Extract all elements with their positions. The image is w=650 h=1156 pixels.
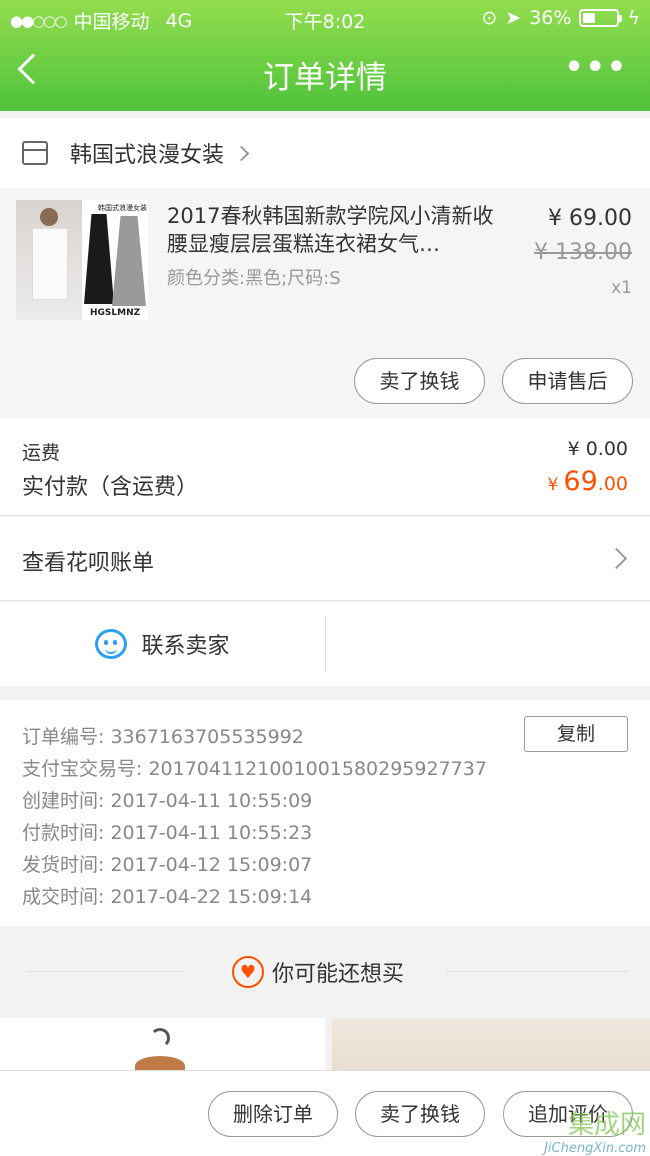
- status-bar: ●●○○○ 中国移动 4G 下午8:02 ⊙ ➤ 36% ϟ: [0, 0, 650, 36]
- product-title[interactable]: 2017春秋韩国新款学院风小清新收腰显瘦层层蛋糕连衣裙女气…: [167, 202, 507, 258]
- recommend-header: ♥ 你可能还想买: [0, 926, 650, 1018]
- charging-icon: ϟ: [627, 7, 640, 29]
- created-time: 2017-04-11 10:55:09: [110, 790, 313, 812]
- orientation-lock-icon: ⊙: [481, 7, 498, 29]
- completed-time-row: 成交时间: 2017-04-22 15:09:14: [22, 882, 312, 909]
- info-key: 发货时间:: [22, 854, 105, 876]
- order-number: 3367163705535992: [110, 726, 304, 748]
- recommend-item-image[interactable]: [332, 1018, 650, 1078]
- shipped-time: 2017-04-12 15:09:07: [110, 854, 313, 876]
- shop-row[interactable]: 韩国式浪漫女装: [0, 118, 650, 188]
- after-sale-button[interactable]: 申请售后: [502, 358, 633, 404]
- nav-header: ●●○○○ 中国移动 4G 下午8:02 ⊙ ➤ 36% ϟ 订单详情 •••: [0, 0, 650, 111]
- completed-time: 2017-04-22 15:09:14: [110, 886, 313, 908]
- sell-button[interactable]: 卖了换钱: [355, 1091, 485, 1137]
- paid-decimal: .00: [597, 473, 628, 495]
- product-sku: 颜色分类:黑色;尺码:S: [167, 268, 341, 289]
- info-key: 订单编号:: [22, 726, 105, 748]
- huabei-label: 查看花呗账单: [22, 551, 155, 576]
- info-key: 付款时间:: [22, 822, 105, 844]
- paid-time-row: 付款时间: 2017-04-11 10:55:23: [22, 818, 312, 845]
- watermark-logo: 集成网: [567, 1110, 646, 1140]
- more-icon[interactable]: •••: [564, 50, 628, 85]
- alipay-number: 2017041121001001580295927737: [148, 758, 487, 780]
- product-original-price: ¥ 138.00: [534, 240, 632, 265]
- sell-button[interactable]: 卖了换钱: [354, 358, 485, 404]
- watermark-text: JiChengXin.com: [544, 1141, 646, 1156]
- info-key: 成交时间:: [22, 886, 105, 908]
- watermark: 集成网 JiChengXin.com: [544, 1104, 646, 1156]
- image-tag: 韩国式浪漫女装: [98, 204, 147, 212]
- order-info: 复制 订单编号: 3367163705535992 支付宝交易号: 201704…: [0, 700, 650, 926]
- divider: [325, 616, 326, 672]
- copy-button[interactable]: 复制: [524, 716, 628, 752]
- info-key: 支付宝交易号:: [22, 758, 143, 780]
- image-brand: HGSLMNZ: [90, 308, 141, 318]
- product-image[interactable]: 韩国式浪漫女装 HGSLMNZ: [16, 200, 148, 320]
- product-price: ¥ 69.00: [548, 206, 632, 231]
- chevron-right-icon: [233, 145, 250, 161]
- fee-summary: 运费 ¥ 0.00 实付款（含运费） ¥ 69.00: [0, 418, 650, 516]
- paid-integer: 69: [563, 466, 598, 497]
- shipped-time-row: 发货时间: 2017-04-12 15:09:07: [22, 850, 312, 877]
- shop-icon: [22, 141, 48, 165]
- status-right: ⊙ ➤ 36% ϟ: [481, 7, 640, 29]
- location-icon: ➤: [505, 7, 522, 29]
- contact-row: 联系卖家: [0, 602, 650, 686]
- order-number-row: 订单编号: 3367163705535992: [22, 722, 304, 749]
- paid-currency: ¥: [547, 475, 559, 495]
- delete-order-button[interactable]: 删除订单: [208, 1091, 338, 1137]
- recommend-item-image[interactable]: [0, 1018, 325, 1078]
- contact-seller-button[interactable]: 联系卖家: [0, 602, 325, 686]
- paid-label: 实付款（含运费）: [22, 475, 199, 500]
- wangwang-icon: [95, 629, 128, 659]
- recommend-label: 你可能还想买: [272, 962, 405, 987]
- paid-time: 2017-04-11 10:55:23: [110, 822, 313, 844]
- divider: [26, 971, 184, 972]
- battery-percent: 36%: [529, 7, 572, 29]
- shop-name: 韩国式浪漫女装: [70, 143, 225, 168]
- chevron-right-icon: [605, 547, 628, 570]
- info-key: 创建时间:: [22, 790, 105, 812]
- product-quantity: x1: [611, 278, 632, 298]
- alipay-number-row: 支付宝交易号: 2017041121001001580295927737: [22, 754, 487, 781]
- huabei-bill-row[interactable]: 查看花呗账单: [0, 517, 650, 601]
- shipping-value: ¥ 0.00: [567, 438, 628, 460]
- page-title: 订单详情: [263, 60, 387, 96]
- divider: [446, 971, 628, 972]
- product-item[interactable]: 韩国式浪漫女装 HGSLMNZ 2017春秋韩国新款学院风小清新收腰显瘦层层蛋糕…: [0, 188, 650, 418]
- created-time-row: 创建时间: 2017-04-11 10:55:09: [22, 786, 312, 813]
- shipping-label: 运费: [22, 442, 61, 464]
- recommend-title: ♥ 你可能还想买: [232, 956, 404, 988]
- paid-amount: ¥ 69.00: [548, 466, 629, 497]
- battery-icon: [579, 9, 623, 27]
- contact-seller-label: 联系卖家: [141, 634, 230, 659]
- heart-icon: ♥: [232, 956, 264, 988]
